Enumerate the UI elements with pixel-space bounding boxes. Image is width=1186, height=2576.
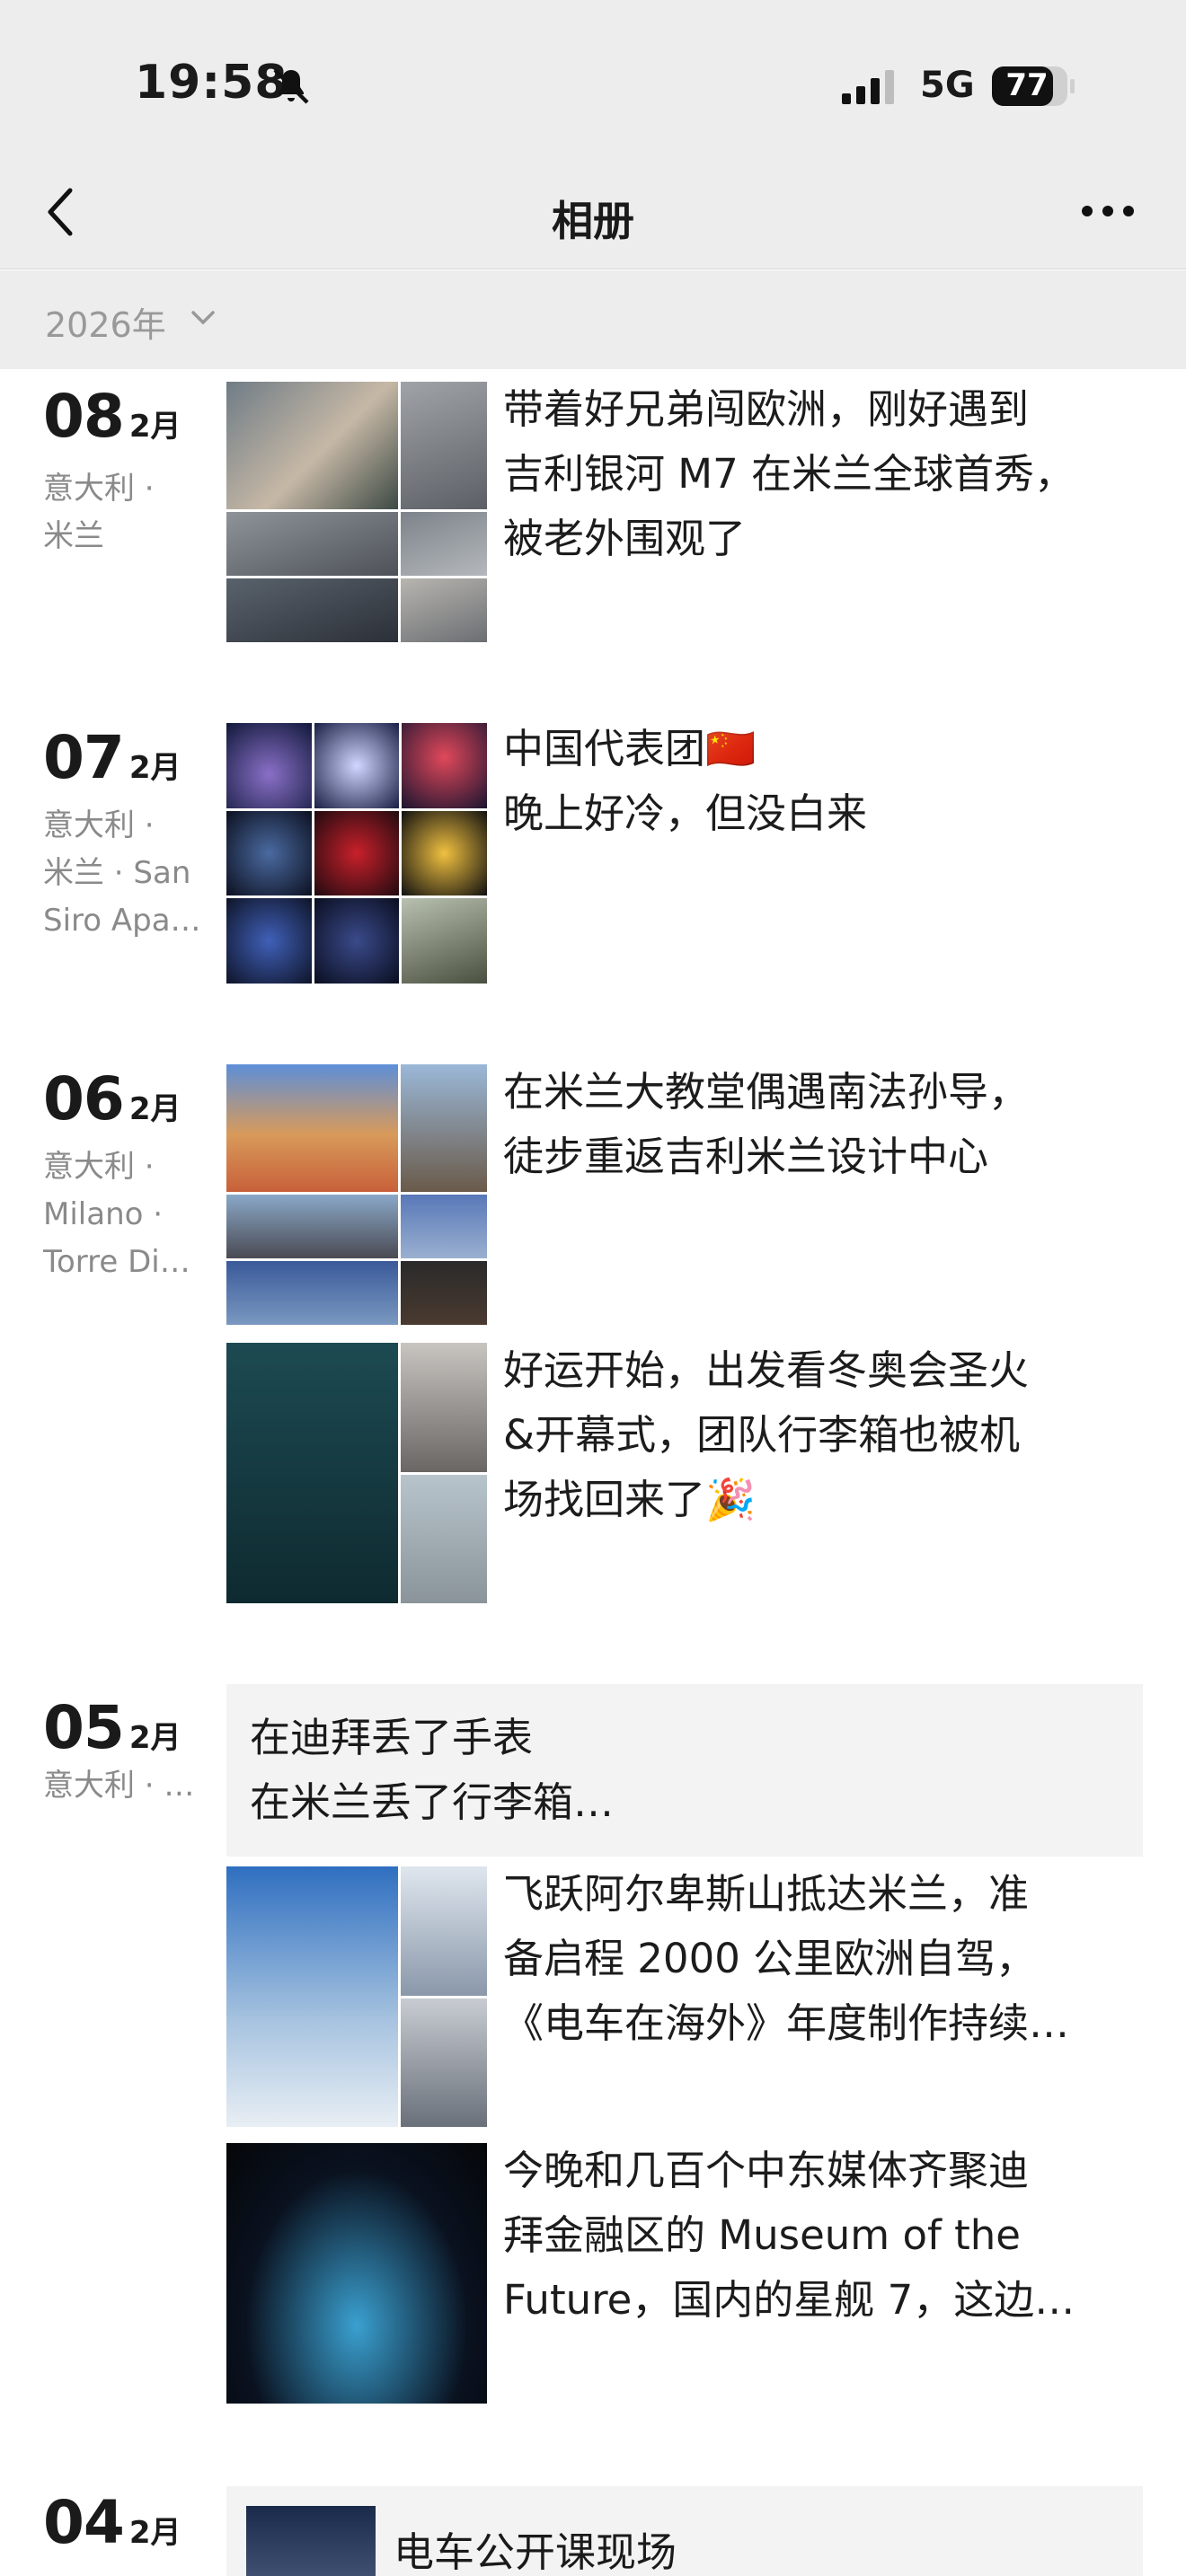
day-month: 2月 [128, 409, 181, 445]
photo [401, 578, 487, 642]
photo [226, 1866, 399, 2127]
bell-off-icon [273, 68, 309, 104]
chevron-down-icon [191, 311, 215, 325]
photo [226, 1261, 399, 1325]
location-label: 意大利 · 米兰 [43, 471, 155, 554]
photo [314, 898, 400, 984]
day-header: 04 2月 [43, 2488, 181, 2557]
more-icon[interactable] [1081, 205, 1135, 217]
day-month: 2月 [128, 750, 181, 786]
network-label: 5G [920, 65, 975, 106]
status-bar: 19:58 5G 77 [0, 0, 1186, 153]
photo [226, 1195, 399, 1258]
day-month: 2月 [128, 1091, 181, 1127]
day-number: 08 [43, 382, 125, 451]
location-label: 意大利 · Milano · Torre Di… [43, 1149, 190, 1280]
page-title: 相册 [552, 197, 634, 245]
photo [401, 1474, 487, 1603]
post-thumbnail[interactable] [226, 382, 487, 642]
nav-bar: 相册 [0, 153, 1186, 269]
post-caption[interactable]: 中国代表团🇨🇳 晚上好冷，但没白来 [503, 717, 1123, 846]
day-number: 05 [43, 1693, 125, 1762]
photo [401, 1866, 487, 1996]
post-thumbnail[interactable] [226, 1343, 487, 1603]
day-month: 2月 [128, 1720, 181, 1756]
text-post-card[interactable]: 在迪拜丢了手表 在米兰丢了行李箱… [226, 1684, 1143, 1857]
location-label: 意大利 · 米兰 · San Siro Apa… [43, 807, 201, 939]
photo [402, 723, 487, 808]
photo [402, 898, 487, 984]
post-caption[interactable]: 飞跃阿尔卑斯山抵达米兰，准 备启程 2000 公里欧洲自驾， 《电车在海外》年度… [503, 1862, 1123, 2056]
photo [401, 1998, 487, 2127]
photo [314, 810, 400, 896]
photo [401, 1261, 487, 1325]
day-number: 06 [43, 1064, 125, 1134]
photo [226, 898, 312, 984]
signal-icon [842, 70, 894, 104]
post-thumbnail[interactable] [226, 1064, 487, 1325]
post-caption: 电车公开课现场 [394, 2528, 677, 2576]
battery-level: 77 [1005, 67, 1049, 103]
post-thumbnail[interactable] [226, 2143, 487, 2404]
photo [314, 723, 400, 808]
day-header: 06 2月 [43, 1064, 181, 1134]
day-month: 2月 [128, 2515, 181, 2551]
post-caption[interactable]: 带着好兄弟闯欧洲，刚好遇到 吉利银河 M7 在米兰全球首秀， 被老外围观了 [503, 377, 1123, 571]
location-label: 意大利 · … [43, 1768, 195, 1804]
photo [226, 512, 399, 576]
photo [401, 382, 487, 509]
photo [401, 1195, 487, 1258]
photo [226, 723, 312, 808]
photo [226, 382, 399, 509]
day-header: 07 2月 [43, 723, 181, 792]
photo [226, 810, 312, 896]
day-number: 04 [43, 2488, 125, 2557]
post-caption[interactable]: 好运开始，出发看冬奥会圣火 &开幕式，团队行李箱也被机 场找回来了🎉 [503, 1338, 1123, 1532]
post-caption[interactable]: 今晚和几百个中东媒体齐聚迪 拜金融区的 Museum of the Future… [503, 2139, 1123, 2333]
photo [226, 1064, 399, 1192]
post-caption[interactable]: 在米兰大教堂偶遇南法孙导， 徒步重返吉利米兰设计中心 [503, 1060, 1123, 1189]
post-thumbnail[interactable] [226, 1866, 487, 2127]
photo [401, 1064, 487, 1192]
text-post-card[interactable]: 电车公开课现场 [226, 2486, 1143, 2576]
status-time: 19:58 [135, 56, 288, 110]
day-header: 08 2月 [43, 382, 181, 451]
day-number: 07 [43, 723, 125, 792]
photo [226, 578, 399, 642]
post-thumbnail[interactable] [226, 723, 487, 984]
year-label: 2026年 [45, 305, 166, 345]
year-filter[interactable]: 2026年 [0, 270, 1186, 369]
photo [401, 1343, 487, 1472]
day-header: 05 2月 [43, 1693, 181, 1762]
photo [402, 810, 487, 896]
photo [226, 1343, 399, 1603]
photo [246, 2506, 376, 2576]
photo [401, 512, 487, 576]
